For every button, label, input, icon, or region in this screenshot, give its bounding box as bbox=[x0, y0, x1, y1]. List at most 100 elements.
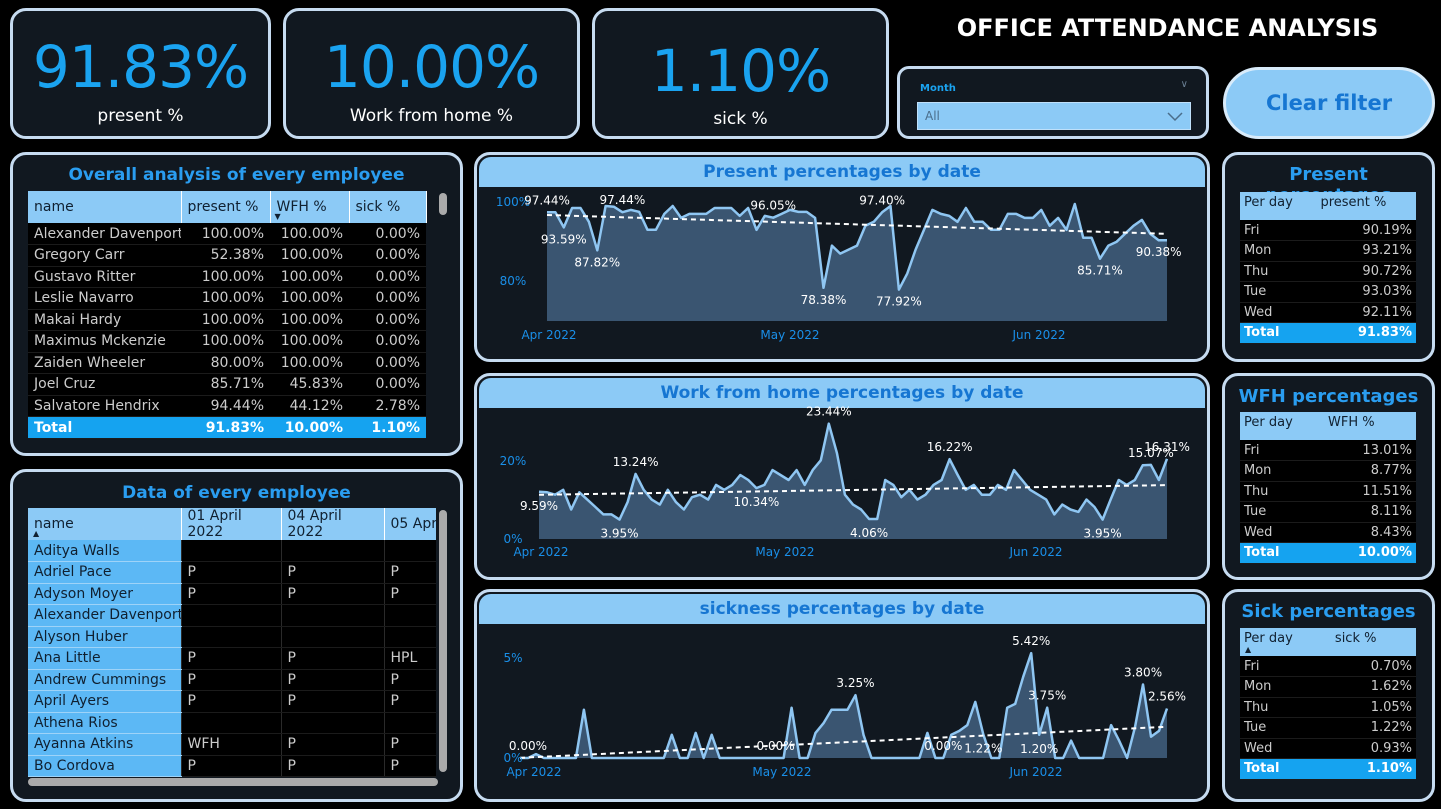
table-row[interactable]: Mon 1.62% bbox=[1240, 676, 1416, 698]
table-row[interactable]: Alexander Davenport bbox=[28, 604, 436, 627]
column-header[interactable]: name ▲ bbox=[28, 508, 182, 540]
attendance-cell bbox=[280, 540, 384, 562]
kpi-wfh-label: Work from home % bbox=[349, 106, 514, 126]
present-area-chart: 100%80%Apr 2022 May 2022 Jun 202297.44%93.… bbox=[496, 193, 1182, 342]
table-cell: 0.00% bbox=[349, 330, 426, 353]
table-row[interactable]: Gregory Carr 52.38% 100.00% 0.00% bbox=[28, 244, 426, 267]
table-row[interactable]: Mon 8.77% bbox=[1240, 460, 1416, 482]
column-header[interactable]: WFH % bbox=[1324, 412, 1416, 440]
overall-table: name present % WFH % ▼ sick % Alexander D… bbox=[28, 191, 427, 439]
table-row[interactable]: Leslie Navarro 100.00% 100.00% 0.00% bbox=[28, 287, 426, 310]
table-row[interactable]: Ayanna Atkins WFH P P bbox=[28, 733, 436, 756]
table-row[interactable]: Andrew Cummings P P P bbox=[28, 669, 436, 691]
table-row[interactable]: Maximus Mckenzie 100.00% 100.00% 0.00% bbox=[28, 330, 426, 353]
employee-name-cell: Bo Cordova bbox=[28, 755, 181, 777]
attendance-cell bbox=[180, 540, 281, 562]
table-cell: Fri bbox=[1240, 440, 1324, 461]
column-header[interactable]: Per day ▲ bbox=[1240, 628, 1331, 656]
column-header[interactable]: name bbox=[28, 191, 182, 223]
column-header[interactable]: present % bbox=[181, 191, 271, 223]
sick-per-day-card: Sick percentages Per day ▲ sick % Fri 0.70… bbox=[1222, 589, 1435, 802]
table-cell: Tue bbox=[1240, 281, 1317, 303]
column-header[interactable]: Per day bbox=[1240, 192, 1317, 220]
table-row[interactable]: Alyson Huber bbox=[28, 626, 436, 648]
table-row[interactable]: Tue 93.03% bbox=[1240, 281, 1416, 303]
table-row[interactable]: Tue 8.11% bbox=[1240, 501, 1416, 523]
data-label: 16.31% bbox=[1144, 440, 1190, 454]
table-row[interactable]: Athena Rios bbox=[28, 712, 436, 734]
table-row[interactable]: Adyson Moyer P P P bbox=[28, 583, 436, 605]
table-row[interactable]: Joel Cruz 85.71% 45.83% 0.00% bbox=[28, 373, 426, 396]
table-row[interactable]: Bo Cordova P P P bbox=[28, 755, 436, 777]
table-row[interactable]: Wed 92.11% bbox=[1240, 302, 1416, 323]
table-row[interactable]: Adriel Pace P P P bbox=[28, 561, 436, 584]
sick-per-day-title: Sick percentages bbox=[1241, 601, 1416, 622]
wfh-per-day-card: WFH percentages Per day WFH % Fri 13.01% M… bbox=[1222, 373, 1435, 580]
y-tick-label: 80% bbox=[500, 274, 527, 288]
employee-name-cell: April Ayers bbox=[28, 690, 181, 713]
employee-data-title: Data of every employee bbox=[122, 483, 351, 503]
total-cell: Total bbox=[28, 416, 181, 439]
table-row[interactable]: Alexander Davenport 100.00% 100.00% 0.00% bbox=[28, 223, 426, 245]
attendance-cell: P bbox=[280, 669, 384, 691]
table-row[interactable]: Tue 1.22% bbox=[1240, 717, 1416, 739]
table-row[interactable]: Aditya Walls bbox=[28, 540, 436, 562]
table-row[interactable]: Gustavo Ritter 100.00% 100.00% 0.00% bbox=[28, 266, 426, 288]
total-row: Total 91.83% 10.00% 1.10% bbox=[28, 416, 426, 439]
column-header[interactable]: Per day bbox=[1240, 412, 1324, 440]
table-row[interactable]: Ana Little P P HPL bbox=[28, 647, 436, 670]
attendance-cell: P bbox=[280, 561, 384, 584]
data-label: 16.22% bbox=[927, 440, 973, 454]
table-cell: 90.72% bbox=[1316, 261, 1416, 282]
column-header[interactable]: 01 April 2022 bbox=[181, 508, 282, 540]
column-header[interactable]: sick % bbox=[349, 191, 427, 223]
data-label: 3.95% bbox=[1084, 527, 1122, 541]
table-row[interactable]: Wed 0.93% bbox=[1240, 738, 1416, 759]
table-row[interactable]: April Ayers P P P bbox=[28, 690, 436, 713]
sort-desc-icon: ▼ bbox=[274, 212, 281, 221]
chevron-down-icon[interactable]: ∨ bbox=[1181, 79, 1188, 90]
table-row[interactable]: Thu 11.51% bbox=[1240, 481, 1416, 502]
vertical-scrollbar[interactable] bbox=[439, 510, 447, 772]
x-tick-label: Apr 2022 bbox=[513, 545, 568, 559]
month-dropdown[interactable]: All bbox=[917, 102, 1191, 130]
data-label: 85.71% bbox=[1077, 264, 1123, 278]
column-header[interactable]: 04 April 2022 bbox=[281, 508, 385, 540]
horizontal-scrollbar[interactable] bbox=[28, 778, 438, 786]
attendance-cell: WFH bbox=[180, 733, 281, 756]
vertical-scrollbar[interactable] bbox=[439, 193, 447, 215]
table-row[interactable]: Mon 93.21% bbox=[1240, 240, 1416, 262]
table-row[interactable]: Thu 1.05% bbox=[1240, 697, 1416, 718]
attendance-cell bbox=[280, 626, 384, 648]
table-row[interactable]: Makai Hardy 100.00% 100.00% 0.00% bbox=[28, 309, 426, 331]
column-header[interactable]: present % bbox=[1316, 192, 1416, 220]
table-cell: Leslie Navarro bbox=[28, 287, 181, 310]
clear-filter-button[interactable]: Clear filter bbox=[1223, 67, 1435, 139]
table-row[interactable]: Fri 13.01% bbox=[1240, 440, 1416, 461]
table-row[interactable]: Fri 90.19% bbox=[1240, 220, 1416, 241]
table-row[interactable]: Zaiden Wheeler 80.00% 100.00% 0.00% bbox=[28, 352, 426, 374]
employee-name-cell: Alexander Davenport bbox=[28, 604, 181, 627]
column-header[interactable]: sick % bbox=[1330, 628, 1416, 656]
total-cell: 10.00% bbox=[270, 416, 349, 439]
table-cell: 1.22% bbox=[1330, 717, 1416, 739]
attendance-cell bbox=[383, 540, 436, 562]
column-header[interactable]: 05 April bbox=[384, 508, 436, 540]
column-header[interactable]: WFH % ▼ bbox=[270, 191, 350, 223]
table-cell: 100.00% bbox=[181, 266, 270, 288]
table-row[interactable]: Fri 0.70% bbox=[1240, 656, 1416, 677]
table-cell: 0.93% bbox=[1330, 738, 1416, 759]
month-dropdown-value: All bbox=[925, 109, 940, 123]
employee-name-cell: Adriel Pace bbox=[28, 561, 181, 584]
attendance-cell: P bbox=[383, 583, 436, 605]
table-row[interactable]: Salvatore Hendrix 94.44% 44.12% 2.78% bbox=[28, 395, 426, 417]
x-tick-label: May 2022 bbox=[752, 765, 811, 779]
table-cell: 8.11% bbox=[1324, 501, 1416, 523]
table-cell: Wed bbox=[1240, 738, 1331, 759]
table-row[interactable]: Thu 90.72% bbox=[1240, 261, 1416, 282]
table-row[interactable]: Wed 8.43% bbox=[1240, 522, 1416, 543]
table-cell: 0.00% bbox=[349, 352, 426, 374]
table-cell: Wed bbox=[1240, 302, 1317, 323]
table-cell: 100.00% bbox=[270, 352, 349, 374]
data-label: 3.80% bbox=[1124, 666, 1162, 680]
